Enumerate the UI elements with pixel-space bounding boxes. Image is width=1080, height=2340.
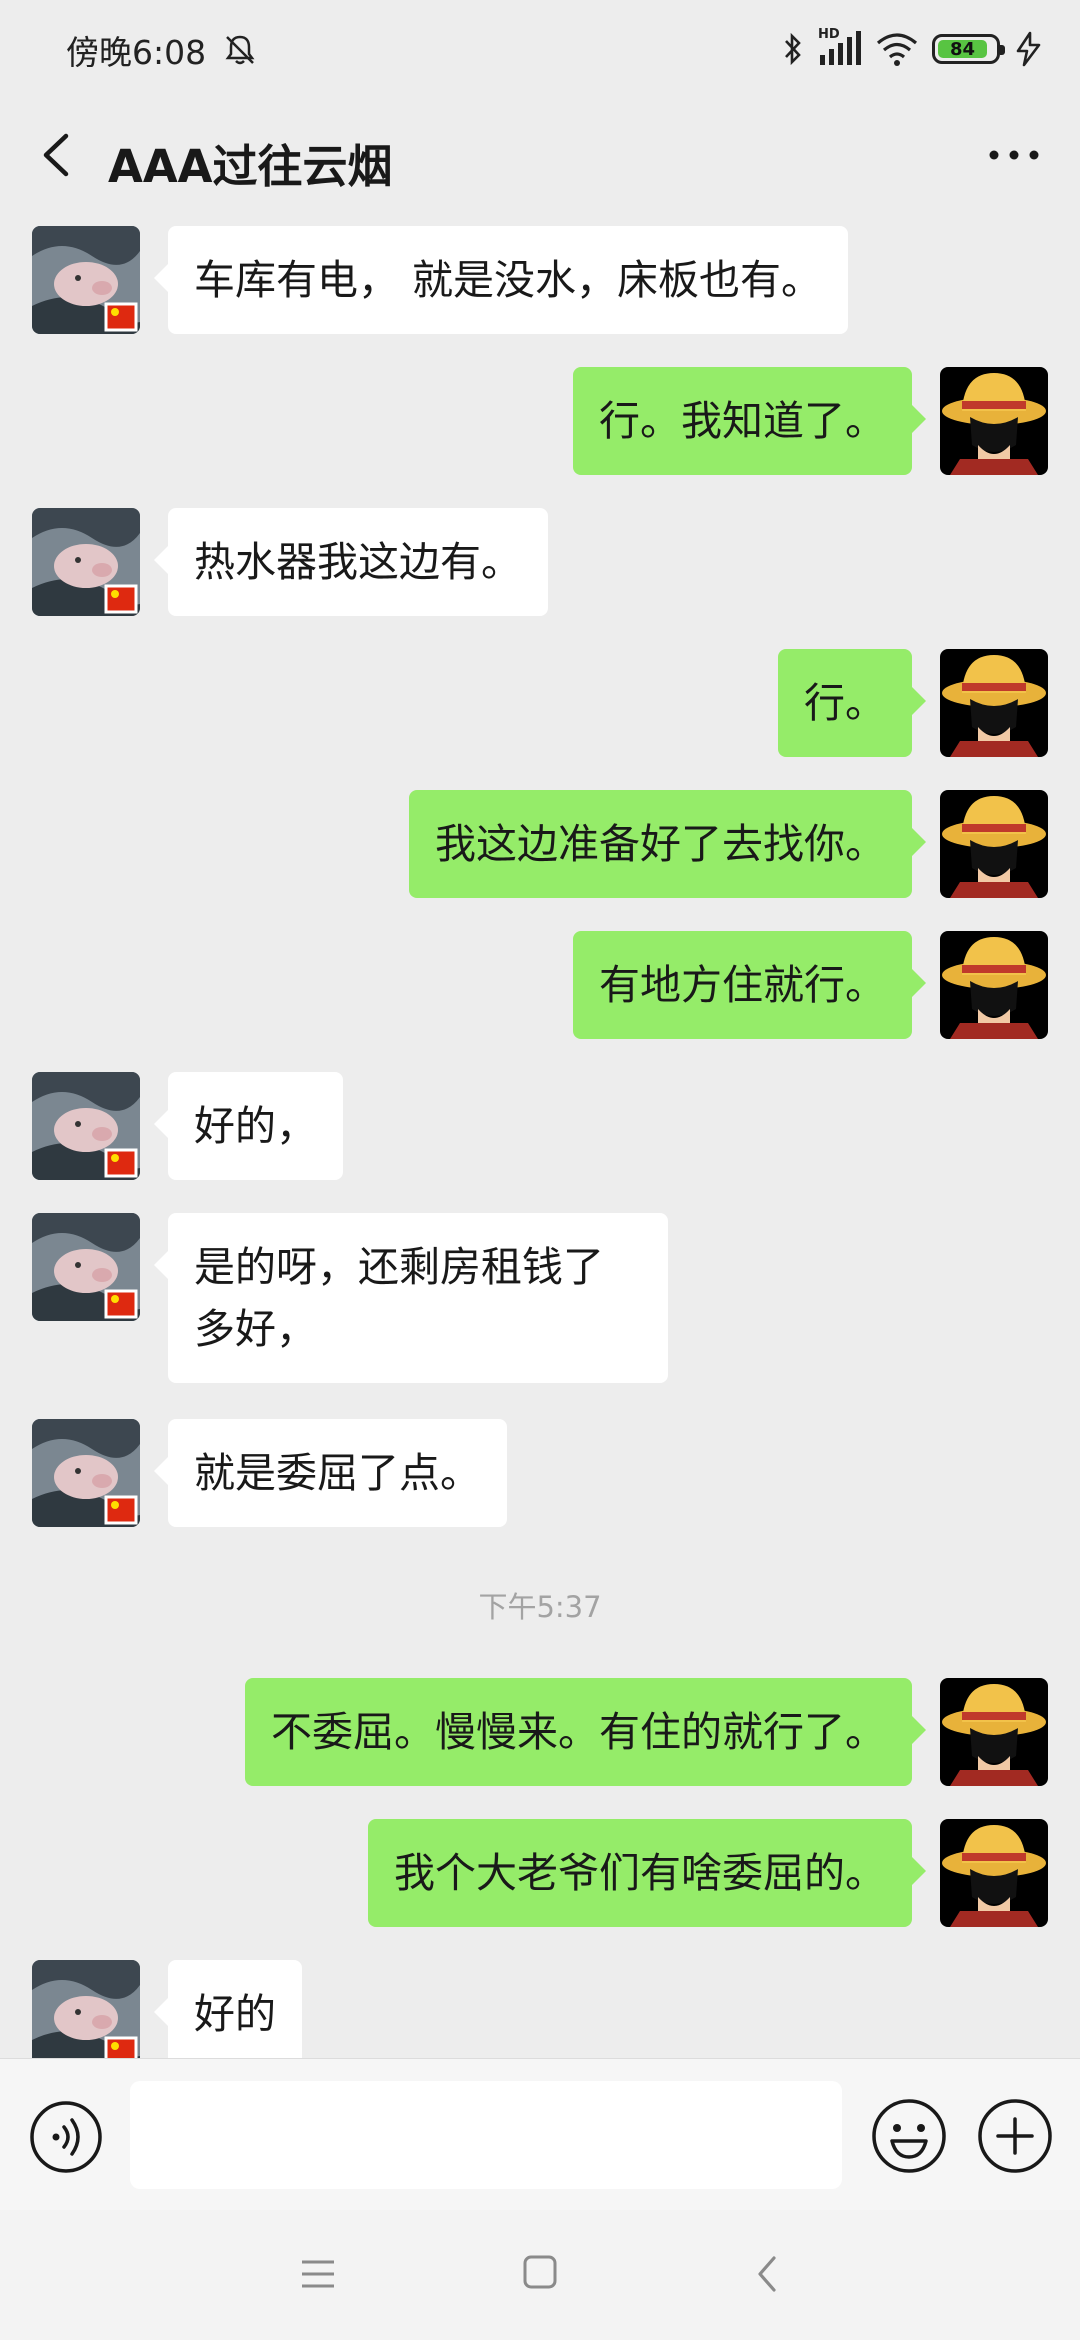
contact-avatar[interactable]: [32, 508, 140, 616]
message-list[interactable]: 车库有电， 就是没水，床板也有。 行。我知道了。 热水器我这边有。 行。 我这边…: [0, 210, 1080, 2058]
contact-avatar[interactable]: [32, 1419, 140, 1527]
message-bubble-sent[interactable]: 有地方住就行。: [573, 931, 926, 1039]
my-avatar[interactable]: [940, 367, 1048, 475]
bell-off-icon: [225, 35, 255, 65]
message-bubble-sent[interactable]: 不委屈。慢慢来。有住的就行了。: [245, 1678, 926, 1786]
message-bubble-sent[interactable]: 行。我知道了。: [573, 367, 926, 475]
my-avatar[interactable]: [940, 1678, 1048, 1786]
contact-avatar[interactable]: [32, 1072, 140, 1180]
status-bar: 傍晚6:08 HD 84: [0, 0, 1080, 100]
nav-back-icon[interactable]: [752, 2252, 782, 2296]
chat-title[interactable]: AAA过往云烟: [108, 130, 392, 195]
message-bubble-received[interactable]: 就是委屈了点。: [154, 1419, 507, 1527]
charging-icon: [1016, 31, 1041, 67]
back-icon[interactable]: [36, 122, 76, 188]
message-bubble-sent[interactable]: 行。: [778, 649, 926, 757]
my-avatar[interactable]: [940, 931, 1048, 1039]
bluetooth-icon: [785, 32, 801, 66]
message-bubble-sent[interactable]: 我这边准备好了去找你。: [409, 790, 926, 898]
menu-icon[interactable]: [298, 2254, 338, 2294]
my-avatar[interactable]: [940, 790, 1048, 898]
input-bar: [0, 2058, 1080, 2210]
message-bubble-received[interactable]: 好的，: [154, 1072, 343, 1180]
signal-icon: HD: [818, 27, 862, 67]
home-icon[interactable]: [520, 2252, 560, 2292]
message-bubble-sent[interactable]: 我个大老爷们有啥委屈的。: [368, 1819, 926, 1927]
more-icon[interactable]: [988, 140, 1040, 170]
message-bubble-received[interactable]: 车库有电， 就是没水，床板也有。: [153, 226, 849, 334]
chat-header: AAA过往云烟: [0, 100, 1080, 210]
status-time: 傍晚6:08: [66, 33, 207, 72]
battery-level: 84: [938, 39, 987, 60]
battery-icon: 84: [932, 34, 1005, 64]
wifi-icon: [876, 33, 918, 66]
message-input[interactable]: [130, 2081, 842, 2189]
message-bubble-received[interactable]: 热水器我这边有。: [154, 508, 548, 616]
system-nav-bar: [0, 2210, 1080, 2340]
time-divider: 下午5:37: [478, 1590, 602, 1624]
contact-avatar[interactable]: [32, 226, 140, 334]
contact-avatar[interactable]: [32, 1960, 140, 2058]
message-bubble-received[interactable]: 好的: [154, 1960, 302, 2058]
my-avatar[interactable]: [940, 649, 1048, 757]
contact-avatar[interactable]: [32, 1213, 140, 1321]
plus-icon[interactable]: [976, 2097, 1054, 2175]
emoji-icon[interactable]: [870, 2097, 948, 2175]
status-icons: HD 84: [782, 26, 1044, 72]
voice-icon[interactable]: [28, 2099, 104, 2175]
my-avatar[interactable]: [940, 1819, 1048, 1927]
message-bubble-received[interactable]: 是的呀，还剩房租钱了多好，: [154, 1213, 668, 1383]
